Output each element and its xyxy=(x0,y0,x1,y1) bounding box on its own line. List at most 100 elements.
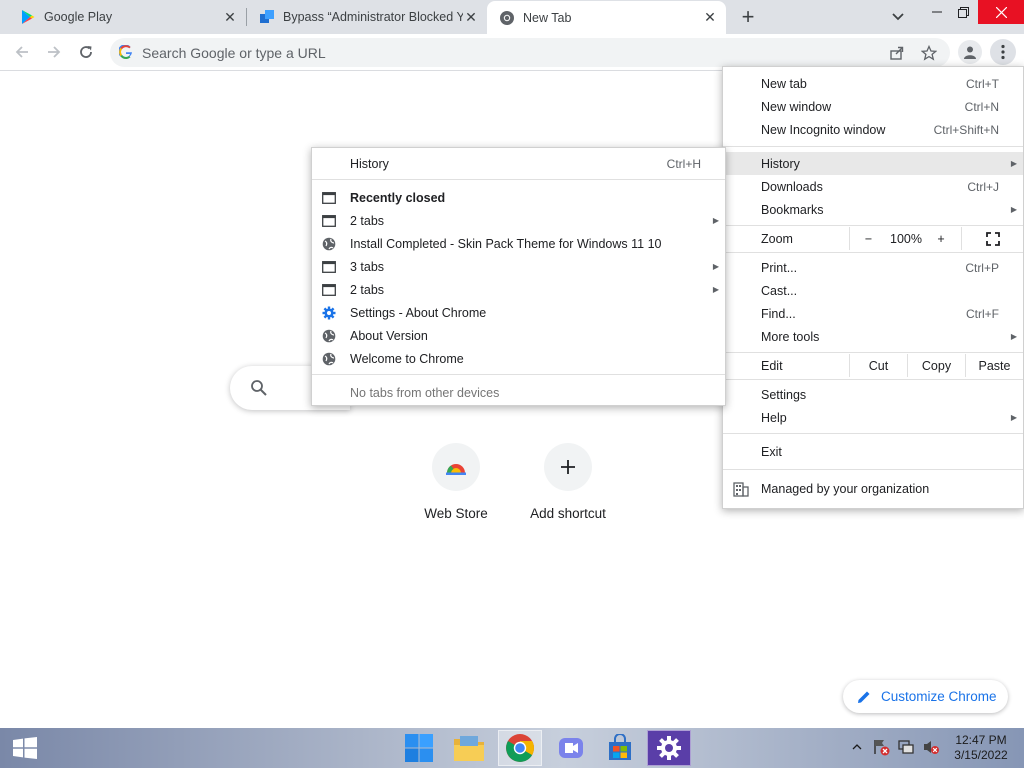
menu-label: About Version xyxy=(350,328,428,343)
tray-flag-error-icon[interactable] xyxy=(872,738,890,756)
restore-icon[interactable] xyxy=(948,0,978,24)
building-icon xyxy=(733,481,749,497)
chrome-menu-kebab-icon[interactable] xyxy=(990,39,1016,65)
history-item[interactable]: Settings - About Chrome xyxy=(312,301,725,324)
window-icon xyxy=(321,190,337,206)
menu-exit[interactable]: Exit xyxy=(723,440,1023,463)
menu-label: Welcome to Chrome xyxy=(350,351,464,366)
menu-more-tools[interactable]: More tools ▶ xyxy=(723,325,1023,348)
web-store-icon xyxy=(432,443,480,491)
menu-divider xyxy=(723,252,1023,253)
share-icon[interactable] xyxy=(888,44,906,62)
search-icon xyxy=(250,379,268,397)
menu-label: Recently closed xyxy=(350,190,446,205)
clock-date: 3/15/2022 xyxy=(954,748,1008,762)
cut-button[interactable]: Cut xyxy=(849,354,907,377)
history-item[interactable]: Install Completed - Skin Pack Theme for … xyxy=(312,232,725,255)
zoom-in-button[interactable]: + xyxy=(925,227,957,250)
chrome-taskbar-icon[interactable] xyxy=(498,730,542,766)
window-close-icon[interactable] xyxy=(978,0,1024,24)
menu-divider xyxy=(723,352,1023,353)
customize-chrome-button[interactable]: Customize Chrome xyxy=(843,680,1008,713)
menu-help[interactable]: Help ▶ xyxy=(723,406,1023,429)
menu-label: History xyxy=(761,156,800,171)
shortcut-web-store[interactable]: Web Store xyxy=(400,443,512,521)
omnibox-placeholder: Search Google or type a URL xyxy=(142,45,326,61)
menu-label: Print... xyxy=(761,260,798,275)
menu-edit-row: Edit Cut Copy Paste xyxy=(723,354,1023,377)
tray-volume-muted-icon[interactable] xyxy=(922,738,940,756)
forward-arrow-icon[interactable] xyxy=(44,42,64,62)
tab-search-chevron-icon[interactable] xyxy=(888,7,908,27)
menu-label: New Incognito window xyxy=(761,122,886,137)
menu-shortcut: Ctrl+N xyxy=(964,99,999,114)
menu-divider xyxy=(723,225,1023,226)
menu-history[interactable]: History ▶ xyxy=(723,152,1023,175)
history-item[interactable]: 3 tabs ▶ xyxy=(312,255,725,278)
menu-label: Edit xyxy=(761,359,783,373)
back-arrow-icon[interactable] xyxy=(12,42,32,62)
menu-label: Managed by your organization xyxy=(761,482,930,496)
close-tab-icon[interactable]: ✕ xyxy=(463,9,479,25)
history-item[interactable]: 2 tabs ▶ xyxy=(312,278,725,301)
tab-title: Bypass “Administrator Blocked Yo xyxy=(283,10,463,24)
clock-time: 12:47 PM xyxy=(955,733,1007,747)
tray-network-icon[interactable] xyxy=(897,738,915,756)
close-tab-icon[interactable]: ✕ xyxy=(702,9,718,26)
history-no-tabs-other-devices: No tabs from other devices xyxy=(312,381,725,404)
reload-icon[interactable] xyxy=(76,42,96,62)
windows-taskbar: 12:47 PM 3/15/2022 xyxy=(0,728,1024,768)
history-item[interactable]: About Version xyxy=(312,324,725,347)
chrome-icon xyxy=(499,10,515,26)
copy-button[interactable]: Copy xyxy=(907,354,965,377)
menu-managed-by-org[interactable]: Managed by your organization xyxy=(723,477,1023,501)
pencil-icon xyxy=(857,690,875,704)
tab-new-tab[interactable]: New Tab ✕ xyxy=(487,1,726,34)
windows-start-icon[interactable] xyxy=(6,730,44,766)
menu-print[interactable]: Print... Ctrl+P xyxy=(723,256,1023,279)
menu-label: Bookmarks xyxy=(761,202,824,217)
google-g-icon xyxy=(118,44,133,59)
settings-gear-icon xyxy=(321,305,337,321)
history-item[interactable]: Welcome to Chrome xyxy=(312,347,725,370)
menu-downloads[interactable]: Downloads Ctrl+J xyxy=(723,175,1023,198)
tab-bypass-administrator[interactable]: Bypass “Administrator Blocked Yo ✕ xyxy=(247,0,487,34)
fullscreen-icon[interactable] xyxy=(961,227,1023,250)
history-item[interactable]: 2 tabs ▶ xyxy=(312,209,725,232)
close-tab-icon[interactable]: ✕ xyxy=(222,9,238,25)
shortcut-add[interactable]: Add shortcut xyxy=(512,443,624,521)
file-explorer-icon[interactable] xyxy=(450,730,488,766)
submenu-arrow-icon: ▶ xyxy=(1010,205,1017,214)
menu-bookmarks[interactable]: Bookmarks ▶ xyxy=(723,198,1023,221)
bookmark-star-icon[interactable] xyxy=(920,44,938,62)
menu-label: Settings xyxy=(761,387,807,402)
globe-icon xyxy=(321,236,337,252)
zoom-out-button[interactable]: − xyxy=(849,227,887,250)
menu-find[interactable]: Find... Ctrl+F xyxy=(723,302,1023,325)
menu-divider xyxy=(723,146,1023,147)
new-tab-plus-icon[interactable]: + xyxy=(736,4,760,29)
show-hidden-icons-chevron-icon[interactable] xyxy=(848,738,866,756)
menu-settings[interactable]: Settings xyxy=(723,383,1023,406)
menu-cast[interactable]: Cast... xyxy=(723,279,1023,302)
history-open-history[interactable]: History Ctrl+H xyxy=(312,152,725,175)
omnibox[interactable]: Search Google or type a URL xyxy=(110,38,950,67)
profile-avatar-icon[interactable] xyxy=(958,40,982,64)
menu-label: Cast... xyxy=(761,283,798,298)
tab-google-play[interactable]: Google Play ✕ xyxy=(0,0,246,34)
taskbar-clock[interactable]: 12:47 PM 3/15/2022 xyxy=(946,733,1016,763)
paste-button[interactable]: Paste xyxy=(965,354,1023,377)
microsoft-store-icon[interactable] xyxy=(601,730,639,766)
submenu-arrow-icon: ▶ xyxy=(712,216,719,225)
menu-label: Help xyxy=(761,410,787,425)
menu-new-tab[interactable]: New tab Ctrl+T xyxy=(723,72,1023,95)
tab-strip: Google Play ✕ Bypass “Administrator Bloc… xyxy=(0,0,1024,34)
blue-squares-icon xyxy=(259,9,275,25)
settings-taskbar-icon[interactable] xyxy=(647,730,691,766)
menu-new-window[interactable]: New window Ctrl+N xyxy=(723,95,1023,118)
zoom-level: 100% xyxy=(890,231,922,246)
teams-video-icon[interactable] xyxy=(552,730,590,766)
windows11-start-icon[interactable] xyxy=(400,730,438,766)
menu-new-incognito[interactable]: New Incognito window Ctrl+Shift+N xyxy=(723,118,1023,141)
menu-divider xyxy=(723,469,1023,470)
